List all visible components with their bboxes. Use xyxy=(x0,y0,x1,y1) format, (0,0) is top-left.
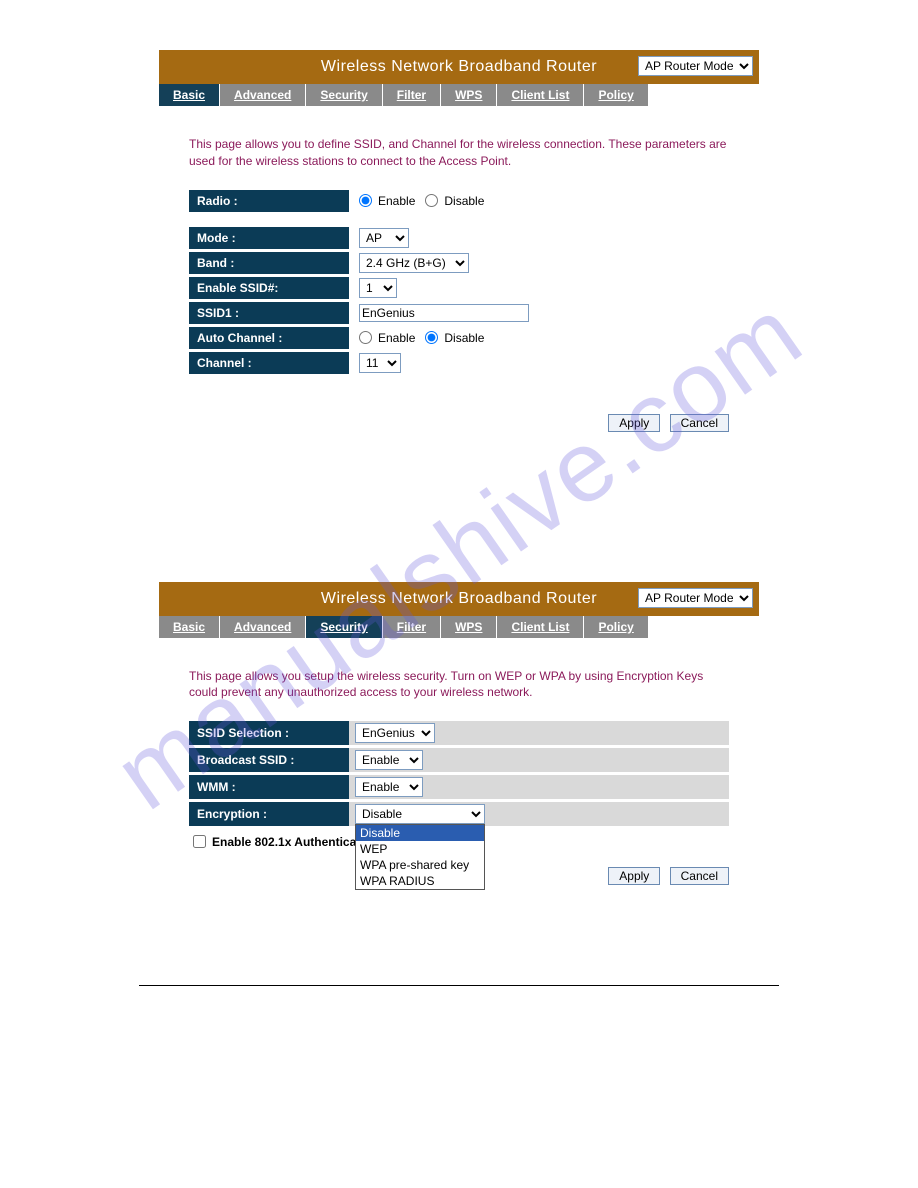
band-select[interactable]: 2.4 GHz (B+G) xyxy=(359,253,469,273)
ssid-selection-label: SSID Selection : xyxy=(189,721,349,745)
router-mode-select-2[interactable]: AP Router Mode xyxy=(638,588,753,608)
tab-client-list-2[interactable]: Client List xyxy=(497,616,584,638)
tab-wps-2[interactable]: WPS xyxy=(441,616,497,638)
band-label: Band : xyxy=(189,252,349,274)
tab-security-2[interactable]: Security xyxy=(306,616,382,638)
page-title-2: Wireless Network Broadband Router xyxy=(321,590,597,608)
enable-ssid-select[interactable]: 1 xyxy=(359,278,397,298)
radio-disable-radio[interactable] xyxy=(425,194,438,207)
tab-bar-2: Basic Advanced Security Filter WPS Clien… xyxy=(159,616,759,638)
radio-enable-radio[interactable] xyxy=(359,194,372,207)
encryption-select[interactable]: Disable xyxy=(355,804,485,824)
basic-description: This page allows you to define SSID, and… xyxy=(189,136,729,170)
security-description: This page allows you setup the wireless … xyxy=(189,668,729,702)
enable-8021x-checkbox[interactable] xyxy=(193,835,206,848)
broadcast-ssid-select[interactable]: Enable xyxy=(355,750,423,770)
ssid1-label: SSID1 : xyxy=(189,302,349,324)
router-security-panel: Wireless Network Broadband Router AP Rou… xyxy=(159,582,759,886)
basic-settings: Radio : Enable Disable Mode : AP Band : … xyxy=(189,190,729,374)
apply-button-2[interactable]: Apply xyxy=(608,867,660,885)
encryption-dropdown-open: Disable WEP WPA pre-shared key WPA RADIU… xyxy=(355,824,485,890)
tab-advanced-2[interactable]: Advanced xyxy=(220,616,306,638)
enable-ssid-label: Enable SSID#: xyxy=(189,277,349,299)
router-mode-select[interactable]: AP Router Mode xyxy=(638,56,753,76)
radio-disable-text: Disable xyxy=(444,194,484,208)
tab-security[interactable]: Security xyxy=(306,84,382,106)
tab-bar: Basic Advanced Security Filter WPS Clien… xyxy=(159,84,759,106)
security-settings: SSID Selection : EnGenius Broadcast SSID… xyxy=(189,721,729,826)
cancel-button[interactable]: Cancel xyxy=(670,414,729,432)
tab-filter[interactable]: Filter xyxy=(383,84,441,106)
enable-8021x-label: Enable 802.1x Authentication xyxy=(212,835,378,849)
broadcast-ssid-label: Broadcast SSID : xyxy=(189,748,349,772)
radio-enable-text: Enable xyxy=(378,194,415,208)
radio-label: Radio : xyxy=(189,190,349,212)
auto-channel-disable-text: Disable xyxy=(444,331,484,345)
encryption-option-wep[interactable]: WEP xyxy=(356,841,484,857)
auto-channel-disable-radio[interactable] xyxy=(425,331,438,344)
auto-channel-label: Auto Channel : xyxy=(189,327,349,349)
auto-channel-enable-text: Enable xyxy=(378,331,415,345)
router-basic-panel: Wireless Network Broadband Router AP Rou… xyxy=(159,50,759,432)
wmm-select[interactable]: Enable xyxy=(355,777,423,797)
tab-advanced[interactable]: Advanced xyxy=(220,84,306,106)
encryption-label: Encryption : xyxy=(189,802,349,826)
ssid1-input[interactable] xyxy=(359,304,529,322)
basic-button-row: Apply Cancel xyxy=(189,414,729,432)
auto-channel-enable-radio[interactable] xyxy=(359,331,372,344)
header-bar: Wireless Network Broadband Router AP Rou… xyxy=(159,50,759,84)
mode-select[interactable]: AP xyxy=(359,228,409,248)
tab-basic-2[interactable]: Basic xyxy=(159,616,220,638)
tab-policy[interactable]: Policy xyxy=(584,84,648,106)
tab-basic[interactable]: Basic xyxy=(159,84,220,106)
apply-button[interactable]: Apply xyxy=(608,414,660,432)
encryption-option-wpa-radius[interactable]: WPA RADIUS xyxy=(356,873,484,889)
mode-label: Mode : xyxy=(189,227,349,249)
encryption-option-wpa-psk[interactable]: WPA pre-shared key xyxy=(356,857,484,873)
encryption-option-disable[interactable]: Disable xyxy=(356,825,484,841)
channel-label: Channel : xyxy=(189,352,349,374)
header-bar-2: Wireless Network Broadband Router AP Rou… xyxy=(159,582,759,616)
cancel-button-2[interactable]: Cancel xyxy=(670,867,729,885)
footer-divider xyxy=(139,985,779,986)
channel-select[interactable]: 11 xyxy=(359,353,401,373)
page-title: Wireless Network Broadband Router xyxy=(321,58,597,76)
wmm-label: WMM : xyxy=(189,775,349,799)
tab-policy-2[interactable]: Policy xyxy=(584,616,648,638)
tab-client-list[interactable]: Client List xyxy=(497,84,584,106)
ssid-selection-select[interactable]: EnGenius xyxy=(355,723,435,743)
tab-filter-2[interactable]: Filter xyxy=(383,616,441,638)
tab-wps[interactable]: WPS xyxy=(441,84,497,106)
